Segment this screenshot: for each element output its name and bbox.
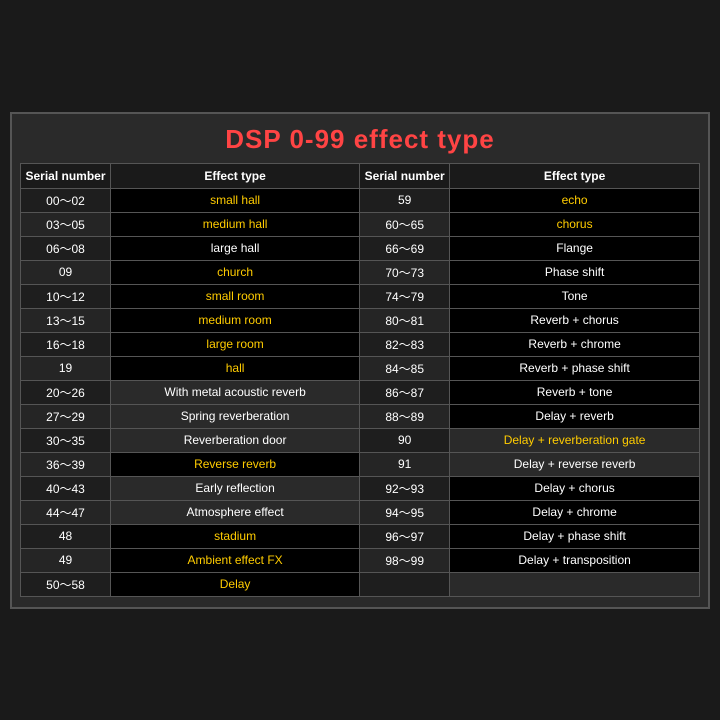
effect-cell-right: echo [450,188,700,212]
dsp-table: Serial number Effect type Serial number … [20,163,700,597]
serial-cell-left: 09 [21,260,111,284]
effect-cell-left: medium room [111,308,360,332]
serial-cell-left: 00～02 [21,188,111,212]
effect-cell-left: Ambient effect FX [111,548,360,572]
effect-cell-left: Spring reverberation [111,404,360,428]
table-row: 00～02small hall59echo [21,188,700,212]
serial-cell-left: 06～08 [21,236,111,260]
serial-cell-right: 84～85 [360,356,450,380]
effect-cell-left: Reverse reverb [111,452,360,476]
table-row: 13～15medium room80～81Reverb + chorus [21,308,700,332]
table-row: 30～35Reverberation door90Delay + reverbe… [21,428,700,452]
effect-cell-right: Reverb + chorus [450,308,700,332]
effect-cell-left: medium hall [111,212,360,236]
serial-cell-left: 30～35 [21,428,111,452]
serial-cell-right: 86～87 [360,380,450,404]
effect-cell-left: Atmosphere effect [111,500,360,524]
table-row: 03～05medium hall60～65chorus [21,212,700,236]
serial-cell-right: 74～79 [360,284,450,308]
effect-cell-left: large hall [111,236,360,260]
header-effect1: Effect type [111,163,360,188]
effect-cell-left: stadium [111,524,360,548]
table-row: 19hall84～85Reverb + phase shift [21,356,700,380]
table-row: 49Ambient effect FX98～99Delay + transpos… [21,548,700,572]
header-serial2: Serial number [360,163,450,188]
serial-cell-right: 92～93 [360,476,450,500]
effect-cell-right: Flange [450,236,700,260]
serial-cell-left: 27～29 [21,404,111,428]
header-serial1: Serial number [21,163,111,188]
effect-cell-right: Reverb + phase shift [450,356,700,380]
table-row: 16～18large room82～83Reverb + chrome [21,332,700,356]
effect-cell-left: small room [111,284,360,308]
serial-cell-left: 36～39 [21,452,111,476]
effect-cell-left: Early reflection [111,476,360,500]
serial-cell-right: 96～97 [360,524,450,548]
table-row: 40～43Early reflection92～93Delay + chorus [21,476,700,500]
effect-cell-right: Delay + chorus [450,476,700,500]
serial-cell-left: 16～18 [21,332,111,356]
effect-cell-right: chorus [450,212,700,236]
page-title: DSP 0-99 effect type [20,124,700,155]
serial-cell-left: 40～43 [21,476,111,500]
table-row: 09church70～73Phase shift [21,260,700,284]
effect-cell-left: church [111,260,360,284]
effect-cell-right: Reverb + chrome [450,332,700,356]
table-row: 10～12small room74～79Tone [21,284,700,308]
serial-cell-right: 98～99 [360,548,450,572]
serial-cell-left: 03～05 [21,212,111,236]
table-row: 20～26With metal acoustic reverb86～87Reve… [21,380,700,404]
effect-cell-right: Delay + phase shift [450,524,700,548]
serial-cell-left: 13～15 [21,308,111,332]
effect-cell-left: With metal acoustic reverb [111,380,360,404]
serial-cell-left: 50～58 [21,572,111,596]
serial-cell-left: 44～47 [21,500,111,524]
table-row: 27～29Spring reverberation88～89Delay + re… [21,404,700,428]
table-row: 06～08large hall66～69Flange [21,236,700,260]
serial-cell-left: 19 [21,356,111,380]
table-row: 36～39Reverse reverb91Delay + reverse rev… [21,452,700,476]
table-row: 50～58Delay [21,572,700,596]
effect-cell-right [450,572,700,596]
serial-cell-right: 66～69 [360,236,450,260]
serial-cell-right: 60～65 [360,212,450,236]
serial-cell-right: 70～73 [360,260,450,284]
header-effect2: Effect type [450,163,700,188]
serial-cell-right [360,572,450,596]
effect-cell-right: Delay + reverse reverb [450,452,700,476]
serial-cell-left: 10～12 [21,284,111,308]
serial-cell-left: 48 [21,524,111,548]
table-header-row: Serial number Effect type Serial number … [21,163,700,188]
main-container: DSP 0-99 effect type Serial number Effec… [10,112,710,609]
effect-cell-left: Delay [111,572,360,596]
effect-cell-left: Reverberation door [111,428,360,452]
serial-cell-right: 90 [360,428,450,452]
serial-cell-right: 88～89 [360,404,450,428]
effect-cell-right: Tone [450,284,700,308]
serial-cell-right: 91 [360,452,450,476]
serial-cell-right: 82～83 [360,332,450,356]
effect-cell-right: Delay + reverb [450,404,700,428]
effect-cell-right: Delay + reverberation gate [450,428,700,452]
effect-cell-right: Delay + transposition [450,548,700,572]
effect-cell-left: hall [111,356,360,380]
effect-cell-left: large room [111,332,360,356]
serial-cell-left: 49 [21,548,111,572]
effect-cell-left: small hall [111,188,360,212]
serial-cell-right: 94～95 [360,500,450,524]
serial-cell-left: 20～26 [21,380,111,404]
effect-cell-right: Delay + chrome [450,500,700,524]
table-row: 44～47Atmosphere effect94～95Delay + chrom… [21,500,700,524]
effect-cell-right: Reverb + tone [450,380,700,404]
effect-cell-right: Phase shift [450,260,700,284]
table-row: 48stadium96～97Delay + phase shift [21,524,700,548]
serial-cell-right: 59 [360,188,450,212]
serial-cell-right: 80～81 [360,308,450,332]
